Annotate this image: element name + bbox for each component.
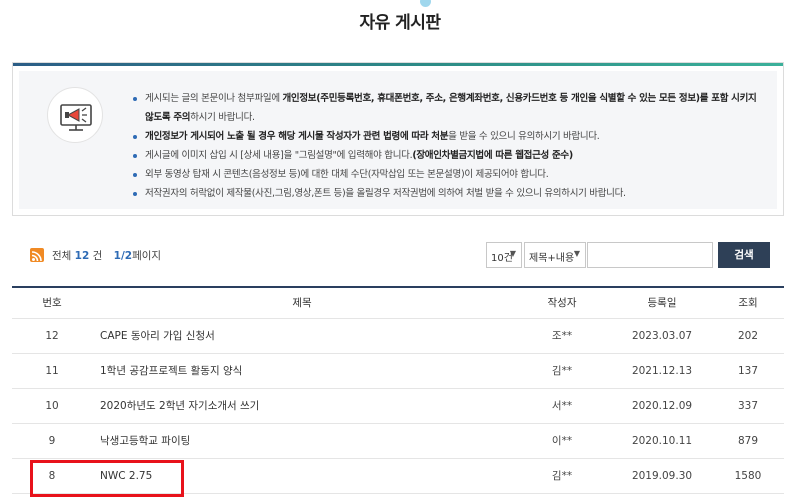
- header-date: 등록일: [647, 297, 677, 309]
- row-author: 조**: [551, 330, 573, 342]
- notice-item: 게시글에 이미지 삽입 시 [상세 내용]을 "그림설명"에 입력해야 합니다.…: [131, 146, 761, 165]
- post-count-summary: 전체 12 건 1/2페이지: [52, 248, 161, 263]
- rss-icon[interactable]: [30, 248, 44, 262]
- row-title-link[interactable]: 1학년 공감프로젝트 활동지 양식: [100, 354, 500, 389]
- table-header-row: 번호 제목 작성자 등록일 조회: [12, 288, 784, 319]
- table-row: 9 낙생고등학교 파이팅 이** 2020.10.11 879: [12, 424, 784, 459]
- row-num: 9: [48, 435, 56, 447]
- row-views: 202: [737, 330, 759, 342]
- notice-item: 저작권자의 허락없이 제작물(사진,그림,영상,폰트 등)을 올릴경우 저작권법…: [131, 184, 761, 203]
- header-views: 조회: [738, 297, 758, 309]
- highlight-annotation: [30, 460, 184, 497]
- row-date: 2019.09.30: [631, 470, 693, 482]
- row-date: 2021.12.13: [631, 365, 693, 377]
- row-title-link[interactable]: CAPE 동아리 가입 신청서: [100, 319, 500, 354]
- notice-inner: 게시되는 글의 본문이나 첨부파일에 개인정보(주민등록번호, 휴대폰번호, 주…: [19, 71, 777, 209]
- row-date: 2020.10.11: [631, 435, 693, 447]
- post-title[interactable]: CAPE 동아리 가입 신청서: [100, 330, 215, 342]
- row-views: 1580: [734, 470, 762, 482]
- title-decoration-dot: [420, 0, 431, 7]
- table-row: 12 CAPE 동아리 가입 신청서 조** 2023.03.07 202: [12, 319, 784, 354]
- post-title[interactable]: 1학년 공감프로젝트 활동지 양식: [100, 365, 242, 377]
- search-button[interactable]: 검색: [718, 242, 770, 268]
- row-views: 879: [737, 435, 759, 447]
- header-num: 번호: [42, 297, 62, 309]
- post-title[interactable]: 낙생고등학교 파이팅: [100, 435, 190, 447]
- notice-top-bar: [13, 63, 783, 66]
- notice-item: 외부 동영상 탑재 시 콘텐츠(음성정보 등)에 대한 대체 수단(자막삽입 또…: [131, 165, 761, 184]
- notice-item: 개인정보가 게시되어 노출 될 경우 해당 게시물 작성자가 관련 법령에 따라…: [131, 127, 761, 146]
- header-title: 제목: [292, 297, 312, 309]
- row-author: 김**: [551, 470, 573, 482]
- row-title-link[interactable]: 2020하년도 2학년 자기소개서 쓰기: [100, 389, 500, 424]
- megaphone-monitor-icon: [47, 87, 103, 143]
- page-size-select[interactable]: 10건 ▼: [486, 242, 522, 268]
- post-title[interactable]: 2020하년도 2학년 자기소개서 쓰기: [100, 400, 259, 412]
- search-field-select[interactable]: 제목+내용 ▼: [524, 242, 586, 268]
- notice-list: 게시되는 글의 본문이나 첨부파일에 개인정보(주민등록번호, 휴대폰번호, 주…: [131, 89, 761, 203]
- page-current: 1/2: [113, 250, 133, 262]
- header-author: 작성자: [547, 297, 577, 309]
- notice-item: 게시되는 글의 본문이나 첨부파일에 개인정보(주민등록번호, 휴대폰번호, 주…: [131, 89, 761, 127]
- page-title: 자유 게시판: [0, 8, 800, 33]
- row-views: 337: [737, 400, 759, 412]
- total-unit: 건: [92, 250, 103, 262]
- row-date: 2023.03.07: [631, 330, 693, 342]
- row-num: 12: [45, 330, 59, 342]
- table-row: 10 2020하년도 2학년 자기소개서 쓰기 서** 2020.12.09 3…: [12, 389, 784, 424]
- page-title-text: 자유 게시판: [359, 13, 441, 33]
- row-author: 서**: [551, 400, 573, 412]
- table-row: 11 1학년 공감프로젝트 활동지 양식 김** 2021.12.13 137: [12, 354, 784, 389]
- page-suffix: 페이지: [132, 250, 162, 262]
- total-label: 전체: [52, 250, 72, 262]
- chevron-down-icon: ▼: [573, 249, 580, 258]
- row-author: 김**: [551, 365, 573, 377]
- row-author: 이**: [551, 435, 573, 447]
- row-title-link[interactable]: 낙생고등학교 파이팅: [100, 424, 500, 459]
- row-num: 10: [45, 400, 59, 412]
- search-field-value: 제목+내용: [529, 253, 575, 264]
- search-input[interactable]: [587, 242, 713, 268]
- row-views: 137: [737, 365, 759, 377]
- row-num: 11: [45, 365, 59, 377]
- row-date: 2020.12.09: [631, 400, 693, 412]
- total-count: 12: [74, 250, 90, 262]
- chevron-down-icon: ▼: [509, 249, 516, 258]
- notice-box: 게시되는 글의 본문이나 첨부파일에 개인정보(주민등록번호, 휴대폰번호, 주…: [12, 62, 784, 216]
